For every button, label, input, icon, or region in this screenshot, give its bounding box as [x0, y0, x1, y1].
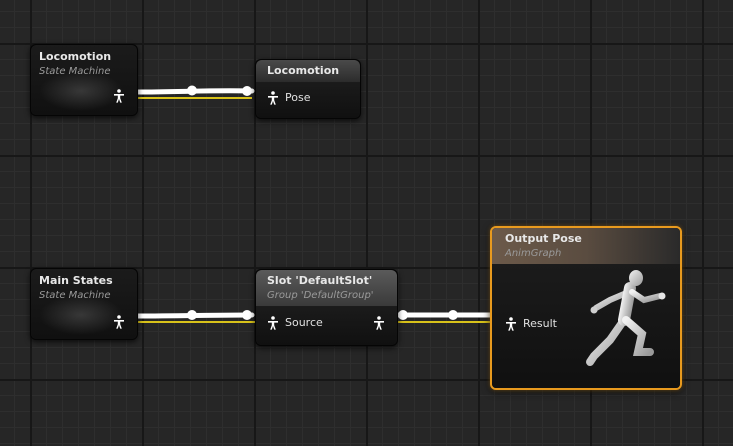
wire-locomotion[interactable]: [133, 85, 255, 99]
node-glow: [39, 295, 123, 335]
pin-label: Result: [523, 317, 557, 330]
slot-node[interactable]: Slot 'DefaultSlot' Group 'DefaultGroup' …: [255, 269, 398, 346]
wire-slot-output[interactable]: [393, 310, 495, 324]
pose-pin-icon[interactable]: [373, 316, 385, 330]
pose-pin-icon[interactable]: [113, 89, 125, 103]
pose-pin-icon[interactable]: [267, 91, 279, 105]
node-title: Main States: [39, 274, 113, 287]
node-glow: [39, 71, 123, 111]
pin-label: Pose: [285, 91, 311, 104]
pose-pin-icon[interactable]: [267, 316, 279, 330]
pose-pin-icon[interactable]: [505, 317, 517, 331]
pin-label: Source: [285, 316, 323, 329]
locomotion-state-machine-node[interactable]: Locomotion State Machine: [30, 44, 138, 116]
node-subtitle: Group 'DefaultGroup': [267, 290, 374, 301]
node-subtitle: State Machine: [39, 66, 111, 77]
node-title: Output Pose: [505, 232, 582, 245]
wire-main-states[interactable]: [133, 310, 256, 323]
node-subtitle: AnimGraph: [505, 248, 562, 259]
output-pose-node[interactable]: Output Pose AnimGraph Result: [490, 226, 682, 390]
anim-graph-canvas[interactable]: Locomotion State Machine Locomotion Pose…: [0, 0, 733, 446]
node-title: Locomotion: [39, 50, 112, 63]
node-title: Slot 'DefaultSlot': [267, 274, 373, 287]
node-title: Locomotion: [267, 64, 340, 77]
node-subtitle: State Machine: [39, 290, 111, 301]
locomotion-node[interactable]: Locomotion Pose: [255, 59, 361, 119]
running-mannequin-icon: [586, 270, 666, 366]
main-states-state-machine-node[interactable]: Main States State Machine: [30, 268, 138, 340]
pose-pin-icon[interactable]: [113, 315, 125, 329]
